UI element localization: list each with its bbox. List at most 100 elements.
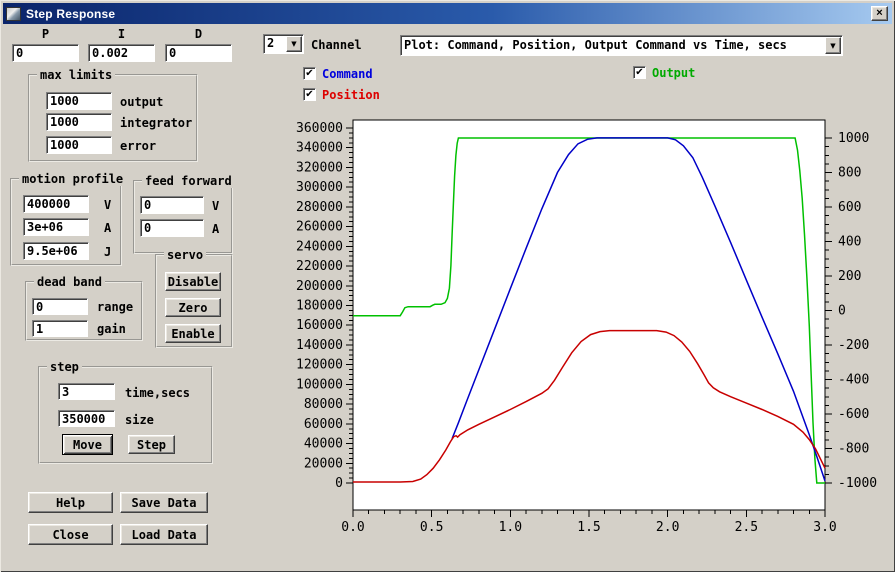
svg-text:20000: 20000 (304, 456, 343, 471)
svg-text:0.0: 0.0 (341, 520, 364, 535)
svg-text:60000: 60000 (304, 417, 343, 432)
ff-velocity-input[interactable] (140, 196, 204, 214)
channel-value: 2 (267, 36, 275, 50)
plot-select-value: Plot: Command, Position, Output Command … (404, 38, 787, 52)
svg-text:2.0: 2.0 (656, 520, 679, 535)
svg-text:-400: -400 (838, 373, 869, 388)
servo-title: servo (164, 248, 207, 262)
chevron-down-icon[interactable]: ▼ (825, 37, 841, 54)
svg-text:180000: 180000 (296, 299, 343, 314)
max-limits-group: max limits output integrator error (28, 68, 198, 162)
max-integrator-input[interactable] (46, 113, 112, 131)
svg-text:1.0: 1.0 (499, 520, 522, 535)
plot-area (352, 119, 826, 511)
max-error-label: error (120, 139, 157, 153)
servo-zero-button[interactable]: Zero (165, 298, 221, 317)
output-checkbox[interactable]: ✔ (633, 66, 646, 79)
step-time-input[interactable] (58, 383, 115, 400)
title-bar[interactable]: Step Response × (3, 3, 892, 24)
window-title: Step Response (26, 6, 116, 21)
gain-input[interactable] (32, 320, 88, 337)
svg-text:3.0: 3.0 (813, 520, 836, 535)
max-output-label: output (120, 95, 164, 109)
svg-text:0: 0 (335, 476, 343, 491)
svg-text:200: 200 (838, 269, 861, 284)
step-size-label: size (125, 413, 154, 427)
servo-group: servo Disable Zero Enable (155, 248, 233, 348)
accel-input[interactable] (23, 218, 89, 236)
step-response-plot: 0 20000 40000 60000 80000 100000 120000 140000 1… (296, 119, 877, 535)
step-response-window: Step Response × P I D 2 ▼ Channel Plot: … (0, 0, 895, 572)
svg-text:360000: 360000 (296, 121, 343, 136)
svg-text:800: 800 (838, 166, 861, 181)
svg-text:40000: 40000 (304, 437, 343, 452)
channel-select[interactable]: 2 ▼ (263, 34, 304, 54)
position-checkbox[interactable]: ✔ (303, 88, 316, 101)
command-checkbox-label: Command (322, 67, 373, 81)
motion-profile-group: motion profile V A J (10, 172, 127, 266)
step-title: step (47, 360, 82, 374)
svg-text:-1000: -1000 (838, 476, 877, 491)
servo-enable-button[interactable]: Enable (165, 324, 221, 343)
svg-text:240000: 240000 (296, 239, 343, 254)
svg-text:320000: 320000 (296, 160, 343, 175)
step-time-label: time,secs (125, 386, 191, 400)
velocity-label: V (104, 198, 112, 212)
svg-text:260000: 260000 (296, 220, 343, 235)
svg-text:1000: 1000 (838, 131, 869, 146)
svg-text:80000: 80000 (304, 397, 343, 412)
max-integrator-label: integrator (120, 116, 193, 130)
move-button[interactable]: Move (62, 434, 113, 455)
jerk-label: J (104, 245, 112, 259)
chevron-down-icon[interactable]: ▼ (286, 36, 302, 52)
svg-text:160000: 160000 (296, 318, 343, 333)
chart: 0 20000 40000 60000 80000 100000 120000 140000 1… (285, 105, 895, 545)
feed-forward-title: feed forward (142, 174, 235, 188)
p-input[interactable] (12, 44, 79, 62)
step-size-input[interactable] (58, 410, 115, 427)
gain-label: gain (97, 322, 126, 336)
close-icon[interactable]: × (871, 6, 888, 21)
dead-band-group: dead band range gain (25, 275, 143, 341)
max-output-input[interactable] (46, 92, 112, 110)
d-input[interactable] (165, 44, 232, 62)
help-button[interactable]: Help (28, 492, 113, 513)
save-data-button[interactable]: Save Data (120, 492, 208, 513)
jerk-input[interactable] (23, 242, 89, 260)
ff-accel-input[interactable] (140, 219, 204, 237)
svg-text:100000: 100000 (296, 377, 343, 392)
svg-text:0: 0 (838, 304, 846, 319)
svg-text:340000: 340000 (296, 141, 343, 156)
svg-text:-800: -800 (838, 442, 869, 457)
app-icon (6, 6, 21, 21)
range-label: range (97, 300, 134, 314)
i-input[interactable] (88, 44, 155, 62)
d-label: D (194, 27, 203, 41)
ff-velocity-label: V (212, 199, 220, 213)
command-checkbox[interactable]: ✔ (303, 67, 316, 80)
svg-text:120000: 120000 (296, 358, 343, 373)
svg-text:400: 400 (838, 235, 861, 250)
p-label: P (41, 27, 50, 41)
i-label: I (117, 27, 126, 41)
close-button[interactable]: Close (28, 524, 113, 545)
plot-select[interactable]: Plot: Command, Position, Output Command … (400, 35, 843, 56)
max-limits-title: max limits (37, 68, 116, 82)
velocity-input[interactable] (23, 195, 89, 213)
svg-text:-600: -600 (838, 407, 869, 422)
svg-text:2.5: 2.5 (735, 520, 758, 535)
range-input[interactable] (32, 298, 88, 315)
step-button[interactable]: Step (128, 435, 175, 454)
step-group: step time,secs size Move Step (38, 360, 213, 464)
servo-disable-button[interactable]: Disable (165, 272, 221, 291)
channel-label: Channel (311, 38, 362, 52)
load-data-button[interactable]: Load Data (120, 524, 208, 545)
svg-text:600: 600 (838, 200, 861, 215)
dead-band-title: dead band (34, 275, 106, 289)
accel-label: A (104, 221, 112, 235)
feed-forward-group: feed forward V A (133, 174, 235, 254)
max-error-input[interactable] (46, 136, 112, 154)
svg-text:300000: 300000 (296, 180, 343, 195)
svg-text:1.5: 1.5 (577, 520, 600, 535)
svg-text:0.5: 0.5 (420, 520, 443, 535)
